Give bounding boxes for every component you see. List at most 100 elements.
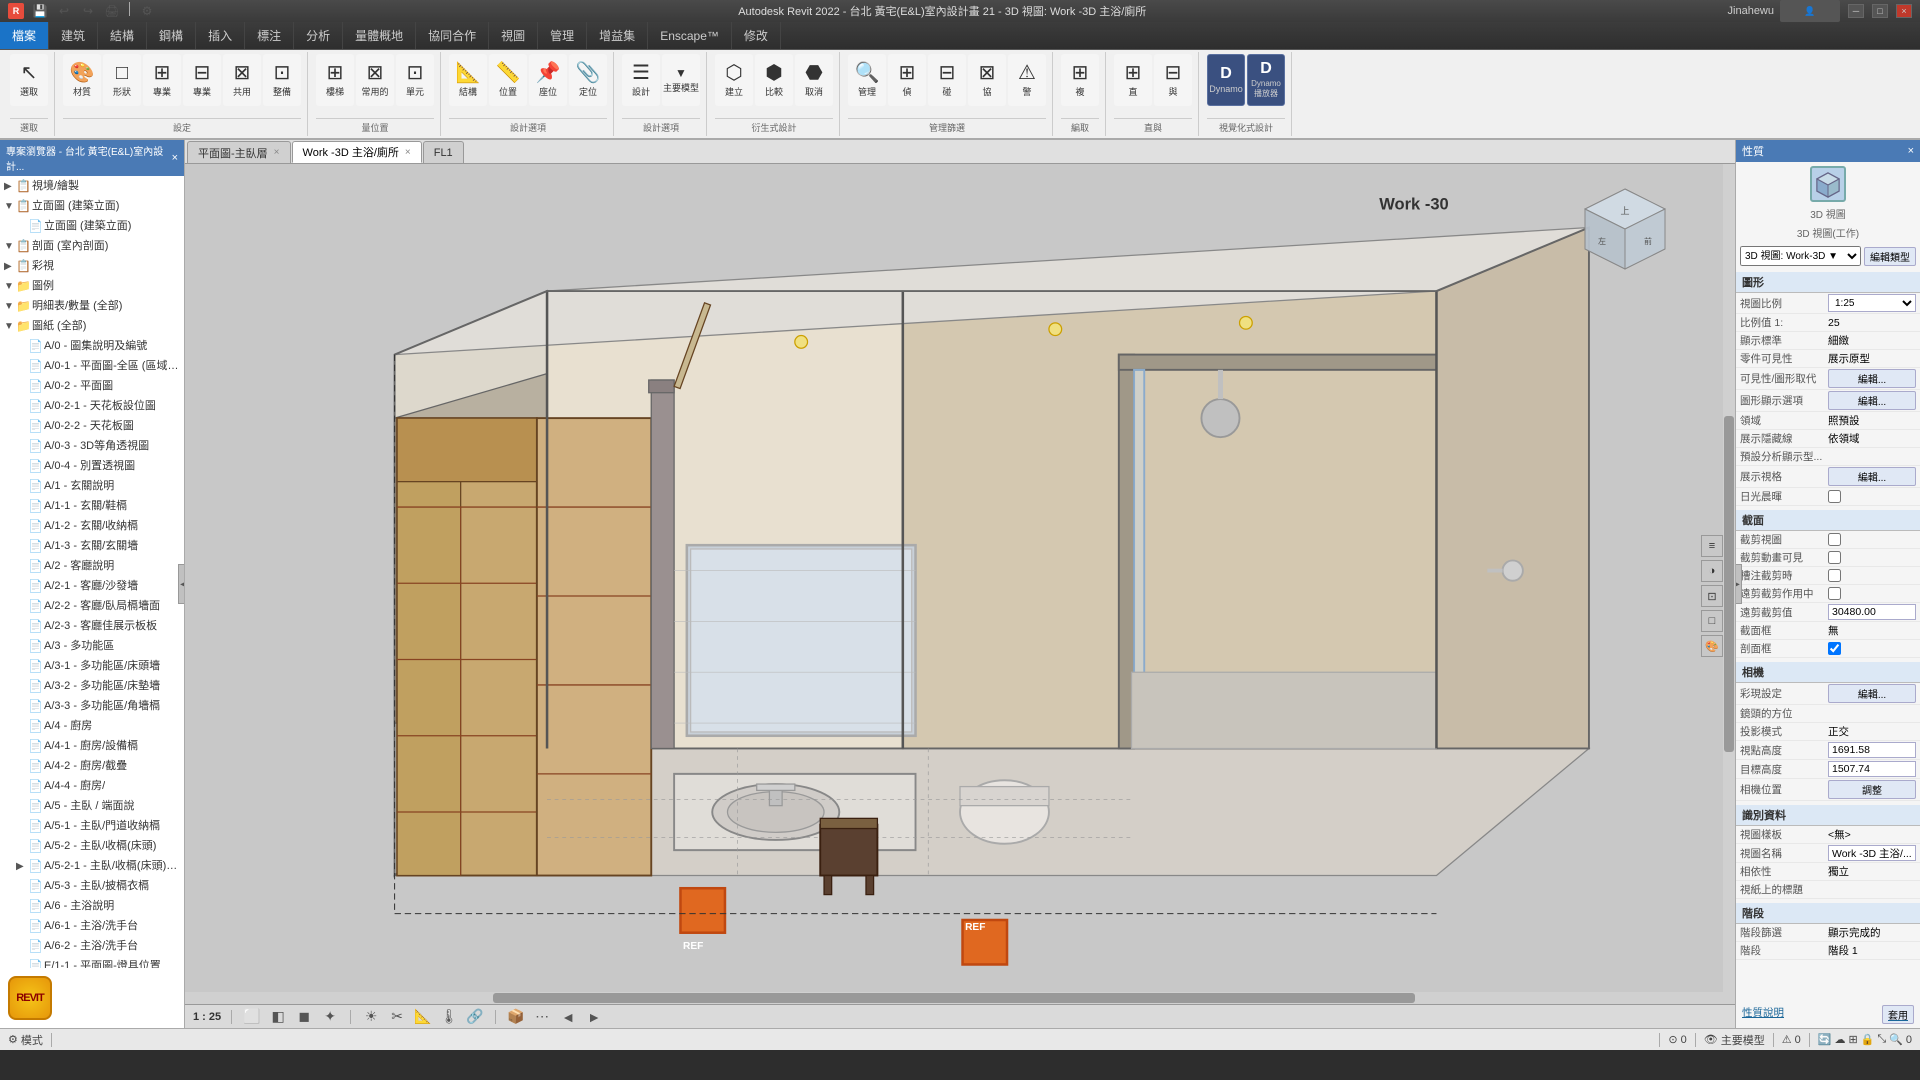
tab-fl1[interactable]: FL1 [423, 141, 464, 163]
tree-item-a33[interactable]: 📄 A/3-3 - 多功能區/角墻槅 [0, 696, 184, 716]
crop-visible-checkbox[interactable] [1828, 551, 1841, 564]
tree-item-a6[interactable]: 📄 A/6 - 主浴說明 [0, 896, 184, 916]
vp-ctrl-shadows[interactable]: ◑ [1701, 560, 1723, 582]
tree-item-a52[interactable]: 📄 A/5-2 - 主臥/收槅(床頭) [0, 836, 184, 856]
toggle-legend[interactable]: ▼ [4, 279, 16, 294]
qa-undo[interactable]: ↩ [54, 2, 74, 20]
toggle-schedules[interactable]: ▼ [4, 299, 16, 314]
view-name-input[interactable] [1828, 845, 1916, 861]
props-view-selector-dropdown[interactable]: 3D 視圖: Work-3D ▼ [1740, 246, 1861, 266]
viewport[interactable]: REF REF Work -30 ≡ ◑ [185, 164, 1735, 1028]
vp-btn-link[interactable]: 🔗 [465, 1008, 485, 1026]
vp-btn-arrow[interactable]: ◄ [558, 1008, 578, 1026]
props-section-camera[interactable]: 相機 [1736, 662, 1920, 683]
tree-item-a21[interactable]: 📄 A/2-1 - 客廳/沙發墻 [0, 576, 184, 596]
manage-filter-tool[interactable]: 🔍管理 [848, 54, 886, 106]
struct-tool[interactable]: 📐結構 [449, 54, 487, 106]
tree-item-elevation[interactable]: ▼ 📋 立面圖 (建築立面) [0, 196, 184, 216]
vp-btn-shadows[interactable]: ☀ [361, 1008, 381, 1026]
tab-floor-plan[interactable]: 平面圖-主臥層 × [187, 141, 291, 163]
tree-item-elevation-sub[interactable]: 📄 立面圖 (建築立面) [0, 216, 184, 236]
tree-item-sheets[interactable]: ▼ 📁 圖紙 (全部) [0, 316, 184, 336]
tree-item-a13[interactable]: 📄 A/1-3 - 玄關/玄關墻 [0, 536, 184, 556]
props-section-section[interactable]: 截面 [1736, 510, 1920, 531]
extract-tool[interactable]: ⊞複 [1061, 54, 1099, 106]
props-section-phase[interactable]: 階段 [1736, 903, 1920, 924]
qa-save[interactable]: 💾 [30, 2, 50, 20]
ribbon-tab-view[interactable]: 視圖 [489, 22, 538, 49]
props-help-link[interactable]: 性質說明 [1742, 1005, 1784, 1024]
vp-ctrl-hidden[interactable]: □ [1701, 610, 1723, 632]
qa-redo[interactable]: ↪ [78, 2, 98, 20]
visual-tool[interactable]: ⊞直 [1114, 54, 1152, 106]
vg-btn[interactable]: 編輯... [1828, 369, 1916, 388]
gd-btn[interactable]: 編輯... [1828, 391, 1916, 410]
status-grid-icon[interactable]: ⊞ [1848, 1033, 1857, 1046]
ribbon-tab-structure[interactable]: 結構 [98, 22, 147, 49]
status-sync-icon[interactable]: 🔄 [1818, 1033, 1832, 1046]
tree-item-a41[interactable]: 📄 A/4-1 - 廚房/設備槅 [0, 736, 184, 756]
tree-item-a42[interactable]: 📄 A/4-2 - 廚房/截疊 [0, 756, 184, 776]
ribbon-tab-annotate[interactable]: 標注 [245, 22, 294, 49]
tree-item-a51[interactable]: 📄 A/5-1 - 主臥/門道收納槅 [0, 816, 184, 836]
unit-tool[interactable]: ⊡單元 [396, 54, 434, 106]
cancel-tool[interactable]: ⬣取消 [795, 54, 833, 106]
align-tool[interactable]: 📎定位 [569, 54, 607, 106]
status-lock-icon[interactable]: 🔒 [1861, 1033, 1875, 1046]
tree-item-schedules[interactable]: ▼ 📁 明細表/數量 (全部) [0, 296, 184, 316]
properties-close-icon[interactable]: × [1908, 145, 1914, 157]
ribbon-tab-steel[interactable]: 鋼構 [147, 22, 196, 49]
anno-crop-checkbox[interactable] [1828, 569, 1841, 582]
tree-item-a02[interactable]: 📄 A/0-2 - 平面圖 [0, 376, 184, 396]
dynamo-tool[interactable]: D Dynamo [1207, 54, 1245, 106]
minimize-btn[interactable]: ─ [1848, 4, 1864, 18]
ribbon-tab-addon[interactable]: 增益集 [587, 22, 648, 49]
tree-item-a62[interactable]: 📄 A/6-2 - 主浴/洗手台 [0, 936, 184, 956]
crop-view-checkbox[interactable] [1828, 533, 1841, 546]
viewport-scrollbar-vertical[interactable] [1723, 164, 1735, 1004]
ribbon-tab-enscape[interactable]: Enscape™ [648, 22, 732, 49]
collab-tool[interactable]: ⊠協 [968, 54, 1006, 106]
tree-item-legend[interactable]: ▼ 📁 圖例 [0, 276, 184, 296]
common-tool[interactable]: ⊠常用的 [356, 54, 394, 106]
toggle-sheets[interactable]: ▼ [4, 319, 16, 334]
ribbon-tab-massing[interactable]: 量體概地 [343, 22, 416, 49]
tree-item-a521[interactable]: ▶ 📄 A/5-2-1 - 主臥/收槅(床頭) 內部 [0, 856, 184, 876]
viewcube-svg[interactable]: 上 左 前 [1580, 184, 1670, 274]
props-scale-input[interactable]: 1:25 [1828, 294, 1916, 312]
toggle-color[interactable]: ▶ [4, 259, 16, 274]
tree-item-a4[interactable]: 📄 A/4 - 廚房 [0, 716, 184, 736]
close-btn[interactable]: × [1896, 4, 1912, 18]
status-warnings[interactable]: ⚠ 0 [1782, 1033, 1801, 1046]
tree-item-section[interactable]: ▼ 📋 剖面 (室內剖面) [0, 236, 184, 256]
select-tool[interactable]: ↖選取 [10, 54, 48, 106]
ribbon-tab-collaborate[interactable]: 協同合作 [416, 22, 489, 49]
ready-tool[interactable]: ⊡整備 [263, 54, 301, 106]
material-tool[interactable]: 🎨材質 [63, 54, 101, 106]
tree-item-a01[interactable]: 📄 A/0-1 - 平面圖-全區 (區域說明) [0, 356, 184, 376]
dynamo-player-tool[interactable]: D Dynamo播放器 [1247, 54, 1285, 106]
far-clip-active-checkbox[interactable] [1828, 587, 1841, 600]
tree-item-a1[interactable]: 📄 A/1 - 玄關說明 [0, 476, 184, 496]
browser-content[interactable]: ▶ 📋 視境/繪製 ▼ 📋 立面圖 (建築立面) 📄 立面圖 (建築立面) ▼ … [0, 176, 184, 1028]
design-tool[interactable]: ☰設計 [622, 54, 660, 106]
tree-item-views[interactable]: ▶ 📋 視境/繪製 [0, 176, 184, 196]
tree-item-a5[interactable]: 📄 A/5 - 主臥 / 端面說 [0, 796, 184, 816]
scroll-thumb-h[interactable] [493, 993, 1416, 1003]
tree-item-a0[interactable]: 📄 A/0 - 圖集說明及編號 [0, 336, 184, 356]
pro1-tool[interactable]: ⊞專業 [143, 54, 181, 106]
tree-item-a3[interactable]: 📄 A/3 - 多功能區 [0, 636, 184, 656]
scroll-thumb-v[interactable] [1724, 416, 1734, 752]
vp-ctrl-crop[interactable]: ⊡ [1701, 585, 1723, 607]
tab-3d-work[interactable]: Work -3D 主浴/廁所 × [292, 141, 422, 163]
tree-item-a021[interactable]: 📄 A/0-2-1 - 天花板設位圖 [0, 396, 184, 416]
tree-item-a2[interactable]: 📄 A/2 - 客廳說明 [0, 556, 184, 576]
tab-3d-work-close[interactable]: × [405, 147, 411, 158]
vp-btn-arrow-right[interactable]: ► [584, 1008, 604, 1026]
stairs-tool[interactable]: ⊞樓梯 [316, 54, 354, 106]
vp-btn-pointcloud[interactable]: ⋯ [532, 1008, 552, 1026]
vp-btn-section[interactable]: 📐 [413, 1008, 433, 1026]
eye-height-input[interactable] [1828, 742, 1916, 758]
ribbon-tab-manage[interactable]: 管理 [538, 22, 587, 49]
ribbon-tab-architecture[interactable]: 檔案 [0, 22, 49, 49]
